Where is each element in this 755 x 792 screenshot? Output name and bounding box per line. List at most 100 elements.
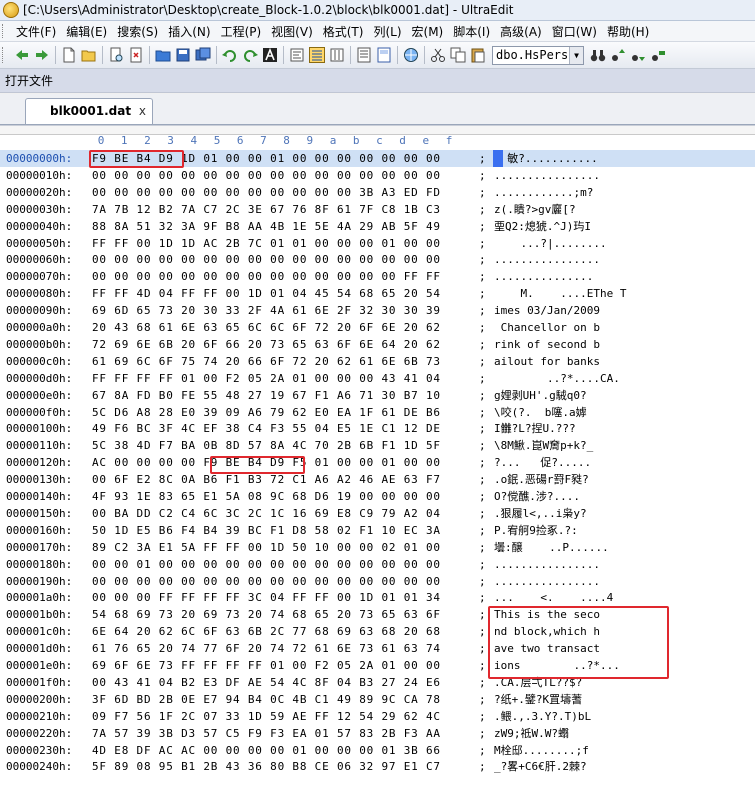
menu-item-7[interactable]: 列(L)	[368, 23, 406, 40]
row-ascii[interactable]: 敏?...........	[494, 150, 597, 167]
menu-item-0[interactable]: 文件(F)	[11, 23, 61, 40]
paste-icon[interactable]	[470, 47, 486, 63]
hex-row[interactable]: 00000010h: 00 00 00 00 00 00 00 00 00 00 …	[0, 167, 755, 184]
folder-icon[interactable]	[155, 47, 171, 63]
row-bytes[interactable]: 54 68 69 73 20 69 73 20 74 68 65 20 73 6…	[92, 606, 441, 623]
row-ascii[interactable]: .o鈱.恶碭r罸F甤?	[494, 471, 589, 488]
hex-row[interactable]: 00000200h: 3F 6D BD 2B 0E E7 94 B4 0C 4B …	[0, 691, 755, 708]
row-ascii[interactable]: ..?*....CA.	[494, 370, 620, 387]
row-ascii[interactable]: z(.瞶?>gv廲[?	[494, 201, 576, 218]
hex-row[interactable]: 00000150h: 00 BA DD C2 C4 6C 3C 2C 1C 16 …	[0, 505, 755, 522]
close-file-icon[interactable]	[128, 47, 144, 63]
find-next-icon[interactable]	[610, 47, 626, 63]
row-bytes[interactable]: FF FF 00 1D 1D AC 2B 7C 01 01 00 00 00 0…	[92, 235, 441, 252]
row-bytes[interactable]: 72 69 6E 6B 20 6F 66 20 73 65 63 6F 6E 6…	[92, 336, 441, 353]
hex-row[interactable]: 00000060h: 00 00 00 00 00 00 00 00 00 00 …	[0, 251, 755, 268]
menu-item-5[interactable]: 视图(V)	[266, 23, 318, 40]
row-ascii[interactable]: .鳂.,.3.Y?.T)bL	[494, 708, 591, 725]
menu-item-12[interactable]: 帮助(H)	[602, 23, 654, 40]
row-bytes[interactable]: 49 F6 BC 3F 4C EF 38 C4 F3 55 04 E5 1E C…	[92, 420, 441, 437]
row-bytes[interactable]: 5F 89 08 95 B1 2B 43 36 80 B8 CE 06 32 9…	[92, 758, 441, 775]
hex-row[interactable]: 00000110h: 5C 38 4D F7 BA 0B 8D 57 8A 4C …	[0, 437, 755, 454]
replace-icon[interactable]	[650, 47, 666, 63]
row-bytes[interactable]: 00 00 00 00 00 00 00 00 00 00 00 00 00 0…	[92, 268, 441, 285]
row-ascii[interactable]: rink of second b	[494, 336, 600, 353]
row-bytes[interactable]: 4D E8 DF AC AC 00 00 00 00 01 00 00 00 0…	[92, 742, 441, 759]
hex-row[interactable]: 00000070h: 00 00 00 00 00 00 00 00 00 00 …	[0, 268, 755, 285]
hex-row[interactable]: 00000180h: 00 00 01 00 00 00 00 00 00 00 …	[0, 556, 755, 573]
row-bytes[interactable]: 5C 38 4D F7 BA 0B 8D 57 8A 4C 70 2B 6B F…	[92, 437, 441, 454]
row-bytes[interactable]: 88 8A 51 32 3A 9F B8 AA 4B 1E 5E 4A 29 A…	[92, 218, 441, 235]
hex-row[interactable]: 00000170h: 89 C2 3A E1 5A FF FF 00 1D 50 …	[0, 539, 755, 556]
print-preview-icon[interactable]	[108, 47, 124, 63]
hex-row[interactable]: 000000c0h: 61 69 6C 6F 75 74 20 66 6F 72 …	[0, 353, 755, 370]
hex-row[interactable]: 00000160h: 50 1D E5 B6 F4 B4 39 BC F1 D8 …	[0, 522, 755, 539]
row-ascii[interactable]: _?畧+C6€肝.2棘?	[494, 758, 587, 775]
hex-row[interactable]: 00000240h: 5F 89 08 95 B1 2B 43 36 80 B8 …	[0, 758, 755, 775]
row-ascii[interactable]: 壜:醸 ..P......	[494, 539, 609, 556]
row-bytes[interactable]: 3F 6D BD 2B 0E E7 94 B4 0C 4B C1 49 89 9…	[92, 691, 441, 708]
row-bytes[interactable]: 00 00 00 00 00 00 00 00 00 00 00 00 00 0…	[92, 573, 441, 590]
row-bytes[interactable]: 61 76 65 20 74 77 6F 20 74 72 61 6E 73 6…	[92, 640, 441, 657]
row-bytes[interactable]: 00 00 01 00 00 00 00 00 00 00 00 00 00 0…	[92, 556, 441, 573]
row-bytes[interactable]: 00 BA DD C2 C4 6C 3C 2C 1C 16 69 E8 C9 7…	[92, 505, 441, 522]
document-view-icon[interactable]	[376, 47, 392, 63]
row-bytes[interactable]: 7A 7B 12 B2 7A C7 2C 3E 67 76 8F 61 7F C…	[92, 201, 441, 218]
save-all-icon[interactable]	[195, 47, 211, 63]
hex-row[interactable]: 00000050h: FF FF 00 1D 1D AC 2B 7C 01 01 …	[0, 235, 755, 252]
row-ascii[interactable]: ... <. ....4	[494, 589, 613, 606]
hex-row[interactable]: 00000230h: 4D E8 DF AC AC 00 00 00 00 01 …	[0, 742, 755, 759]
row-bytes[interactable]: 7A 57 39 3B D3 57 C5 F9 F3 EA 01 57 83 2…	[92, 725, 441, 742]
row-ascii[interactable]: ailout for banks	[494, 353, 600, 370]
row-ascii[interactable]: Chancellor on b	[494, 319, 600, 336]
back-arrow-icon[interactable]	[14, 47, 30, 63]
row-ascii[interactable]: O?傥醮.涉?....	[494, 488, 580, 505]
browser-globe-icon[interactable]	[403, 47, 419, 63]
hex-row[interactable]: 00000210h: 09 F7 56 1F 2C 07 33 1D 59 AE …	[0, 708, 755, 725]
row-bytes[interactable]: 5C D6 A8 28 E0 39 09 A6 79 62 E0 EA 1F 6…	[92, 404, 441, 421]
row-bytes[interactable]: FF FF FF FF 01 00 F2 05 2A 01 00 00 00 4…	[92, 370, 441, 387]
row-ascii[interactable]: ................	[494, 167, 600, 184]
hex-row[interactable]: 000000a0h: 20 43 68 61 6E 63 65 6C 6C 6F …	[0, 319, 755, 336]
cut-icon[interactable]	[430, 47, 446, 63]
row-ascii[interactable]: imes 03/Jan/2009	[494, 302, 600, 319]
function-list-combo[interactable]: dbo.HsPerso ▼	[492, 45, 584, 65]
row-ascii[interactable]: \咬(?. b噻.a嫭	[494, 404, 587, 421]
open-file-icon[interactable]	[81, 47, 97, 63]
row-ascii[interactable]: M. ....EThe T	[494, 285, 626, 302]
row-ascii[interactable]: ...?|........	[494, 235, 606, 252]
row-bytes[interactable]: 69 6F 6E 73 FF FF FF FF 01 00 F2 05 2A 0…	[92, 657, 441, 674]
hex-row[interactable]: 00000030h: 7A 7B 12 B2 7A C7 2C 3E 67 76 …	[0, 201, 755, 218]
hex-row[interactable]: 00000080h: FF FF 4D 04 FF FF 00 1D 01 04 …	[0, 285, 755, 302]
hex-row[interactable]: 00000020h: 00 00 00 00 00 00 00 00 00 00 …	[0, 184, 755, 201]
hex-row[interactable]: 000000e0h: 67 8A FD B0 FE 55 48 27 19 67 …	[0, 387, 755, 404]
hex-row[interactable]: 00000040h: 88 8A 51 32 3A 9F B8 AA 4B 1E …	[0, 218, 755, 235]
row-bytes[interactable]: 00 00 00 00 00 00 00 00 00 00 00 00 3B A…	[92, 184, 441, 201]
hex-row[interactable]: 00000220h: 7A 57 39 3B D3 57 C5 F9 F3 EA …	[0, 725, 755, 742]
hex-row[interactable]: 000000b0h: 72 69 6E 6B 20 6F 66 20 73 65 …	[0, 336, 755, 353]
menu-item-8[interactable]: 宏(M)	[407, 23, 449, 40]
hex-row[interactable]: 00000130h: 00 6F E2 8C 0A B6 F1 B3 72 C1 …	[0, 471, 755, 488]
row-ascii[interactable]: M栓邸........;f	[494, 742, 589, 759]
hex-row[interactable]: 00000190h: 00 00 00 00 00 00 00 00 00 00 …	[0, 573, 755, 590]
row-ascii[interactable]: .狠履l<,..i枭y?	[494, 505, 587, 522]
menu-item-6[interactable]: 格式(T)	[318, 23, 369, 40]
menu-item-4[interactable]: 工程(P)	[216, 23, 267, 40]
hex-row[interactable]: 00000140h: 4F 93 1E 83 65 E1 5A 08 9C 68 …	[0, 488, 755, 505]
row-ascii[interactable]: zW9;祗W.W?蠮	[494, 725, 569, 742]
row-bytes[interactable]: 6E 64 20 62 6C 6F 63 6B 2C 77 68 69 63 6…	[92, 623, 441, 640]
row-bytes[interactable]: FF FF 4D 04 FF FF 00 1D 01 04 45 54 68 6…	[92, 285, 441, 302]
row-bytes[interactable]: 89 C2 3A E1 5A FF FF 00 1D 50 10 00 00 0…	[92, 539, 441, 556]
menu-item-9[interactable]: 脚本(I)	[448, 23, 495, 40]
row-bytes[interactable]: 00 00 00 00 00 00 00 00 00 00 00 00 00 0…	[92, 167, 441, 184]
binoculars-find-icon[interactable]	[590, 47, 606, 63]
save-icon[interactable]	[175, 47, 191, 63]
row-bytes[interactable]: 00 43 41 04 B2 E3 DF AE 54 4C 8F 04 B3 2…	[92, 674, 441, 691]
row-ascii[interactable]: ...............	[494, 268, 593, 285]
hex-mode-icon[interactable]	[309, 47, 325, 63]
row-ascii[interactable]: ................	[494, 573, 600, 590]
menu-item-3[interactable]: 插入(N)	[163, 23, 215, 40]
row-ascii[interactable]: ............;m?	[494, 184, 593, 201]
row-bytes[interactable]: 00 00 00 FF FF FF FF 3C 04 FF FF 00 1D 0…	[92, 589, 441, 606]
tab-blk0001[interactable]: blk0001.dat x	[25, 98, 153, 124]
